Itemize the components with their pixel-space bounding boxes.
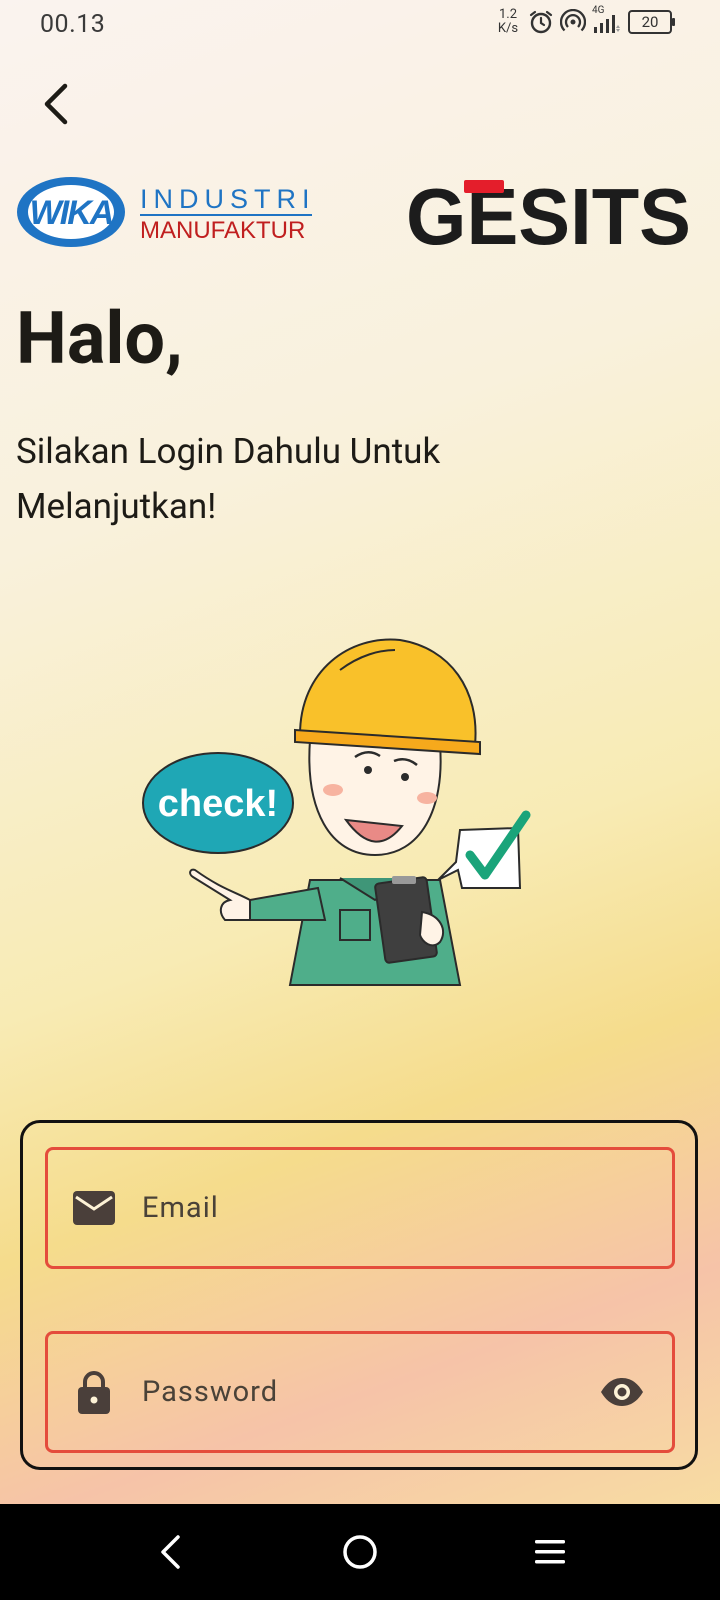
back-button[interactable] xyxy=(36,80,76,128)
home-nav-icon xyxy=(343,1535,377,1569)
nav-back-button[interactable] xyxy=(140,1522,200,1582)
wika-mark: WIKA xyxy=(30,194,113,232)
speech-bubble-text: check! xyxy=(158,783,278,825)
check-icon xyxy=(437,810,531,889)
battery-icon: 20 xyxy=(628,10,675,34)
login-form xyxy=(20,1120,698,1470)
speech-bubble: check! xyxy=(142,752,294,854)
network-speed: 1.2 K/s xyxy=(494,8,522,36)
menu-nav-icon xyxy=(535,1540,565,1564)
worker-illustration: check! xyxy=(140,630,540,1000)
gesits-wordmark: GESITS xyxy=(406,176,691,252)
password-input[interactable] xyxy=(140,1374,598,1410)
wika-logo: WIKA INDUSTRI MANUFAKTUR xyxy=(16,176,316,252)
mail-icon xyxy=(72,1186,116,1230)
wika-line1: INDUSTRI xyxy=(140,184,316,214)
status-icons: 1.2 K/s 4G 20 xyxy=(494,5,675,36)
system-nav-bar xyxy=(0,1504,720,1600)
network-speed-unit: K/s xyxy=(497,21,519,36)
wika-line2: MANUFAKTUR xyxy=(140,217,305,244)
chevron-left-icon xyxy=(44,83,68,125)
login-subtitle: Silakan Login Dahulu Untuk Melanjutkan! xyxy=(16,431,441,527)
password-visibility-toggle[interactable] xyxy=(598,1368,646,1416)
back-nav-icon xyxy=(161,1535,180,1569)
nav-menu-button[interactable] xyxy=(520,1522,580,1582)
status-time: 00.13 xyxy=(40,10,106,39)
nav-home-button[interactable] xyxy=(330,1522,390,1582)
alarm-icon xyxy=(529,10,553,34)
hotspot-icon xyxy=(560,9,586,32)
email-input[interactable] xyxy=(140,1190,672,1226)
email-field[interactable] xyxy=(45,1147,675,1269)
helmet xyxy=(298,638,477,747)
network-speed-value: 1.2 xyxy=(498,7,518,22)
eye-icon xyxy=(601,1378,643,1406)
signal-icon: 4G xyxy=(592,5,622,35)
gesits-logo: GESITS xyxy=(406,172,696,261)
status-bar: 00.13 1.2 K/s 4G 20 xyxy=(0,0,720,48)
lock-icon xyxy=(72,1370,116,1414)
page-title: Halo, xyxy=(16,296,183,381)
password-field[interactable] xyxy=(45,1331,675,1453)
